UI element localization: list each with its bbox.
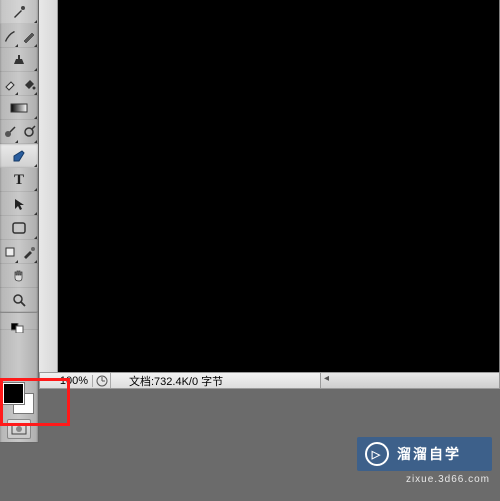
canvas-area bbox=[39, 0, 500, 380]
brush-tool[interactable] bbox=[0, 0, 38, 24]
gradient-tool[interactable] bbox=[0, 96, 38, 120]
color-swatch[interactable] bbox=[0, 380, 36, 416]
smudge-tool[interactable] bbox=[0, 120, 19, 144]
type-tool[interactable]: T bbox=[0, 168, 38, 192]
vertical-ruler[interactable] bbox=[39, 0, 58, 380]
notes-tool[interactable] bbox=[0, 240, 19, 264]
h-scrollbar[interactable] bbox=[320, 372, 500, 389]
eraser-tool[interactable] bbox=[0, 72, 19, 96]
status-icon[interactable] bbox=[93, 373, 111, 388]
watermark-url: zixue.3d66.com bbox=[406, 474, 490, 485]
watermark-text: 溜溜自学 bbox=[397, 444, 461, 464]
zoom-field[interactable]: 100% bbox=[40, 375, 93, 387]
shape-tool[interactable] bbox=[0, 216, 38, 240]
zoom-tool[interactable] bbox=[0, 288, 38, 312]
document-canvas[interactable] bbox=[58, 0, 500, 380]
watermark-badge: ▷ 溜溜自学 bbox=[357, 437, 492, 471]
path-select-tool[interactable] bbox=[0, 192, 38, 216]
pencil-tool[interactable] bbox=[19, 24, 38, 48]
quick-mask-button[interactable] bbox=[7, 419, 31, 439]
history-brush-tool[interactable] bbox=[0, 24, 19, 48]
play-icon: ▷ bbox=[365, 442, 389, 466]
dodge-tool[interactable] bbox=[19, 120, 38, 144]
paint-bucket-tool[interactable] bbox=[19, 72, 38, 96]
clone-stamp-tool[interactable] bbox=[0, 48, 38, 72]
small-swatch-tool[interactable] bbox=[0, 316, 38, 340]
hand-tool[interactable] bbox=[0, 264, 38, 288]
eyedropper-tool[interactable] bbox=[19, 240, 38, 264]
pen-tool[interactable] bbox=[0, 144, 38, 168]
tools-toolbar: T bbox=[0, 0, 39, 380]
foreground-color[interactable] bbox=[3, 383, 24, 404]
